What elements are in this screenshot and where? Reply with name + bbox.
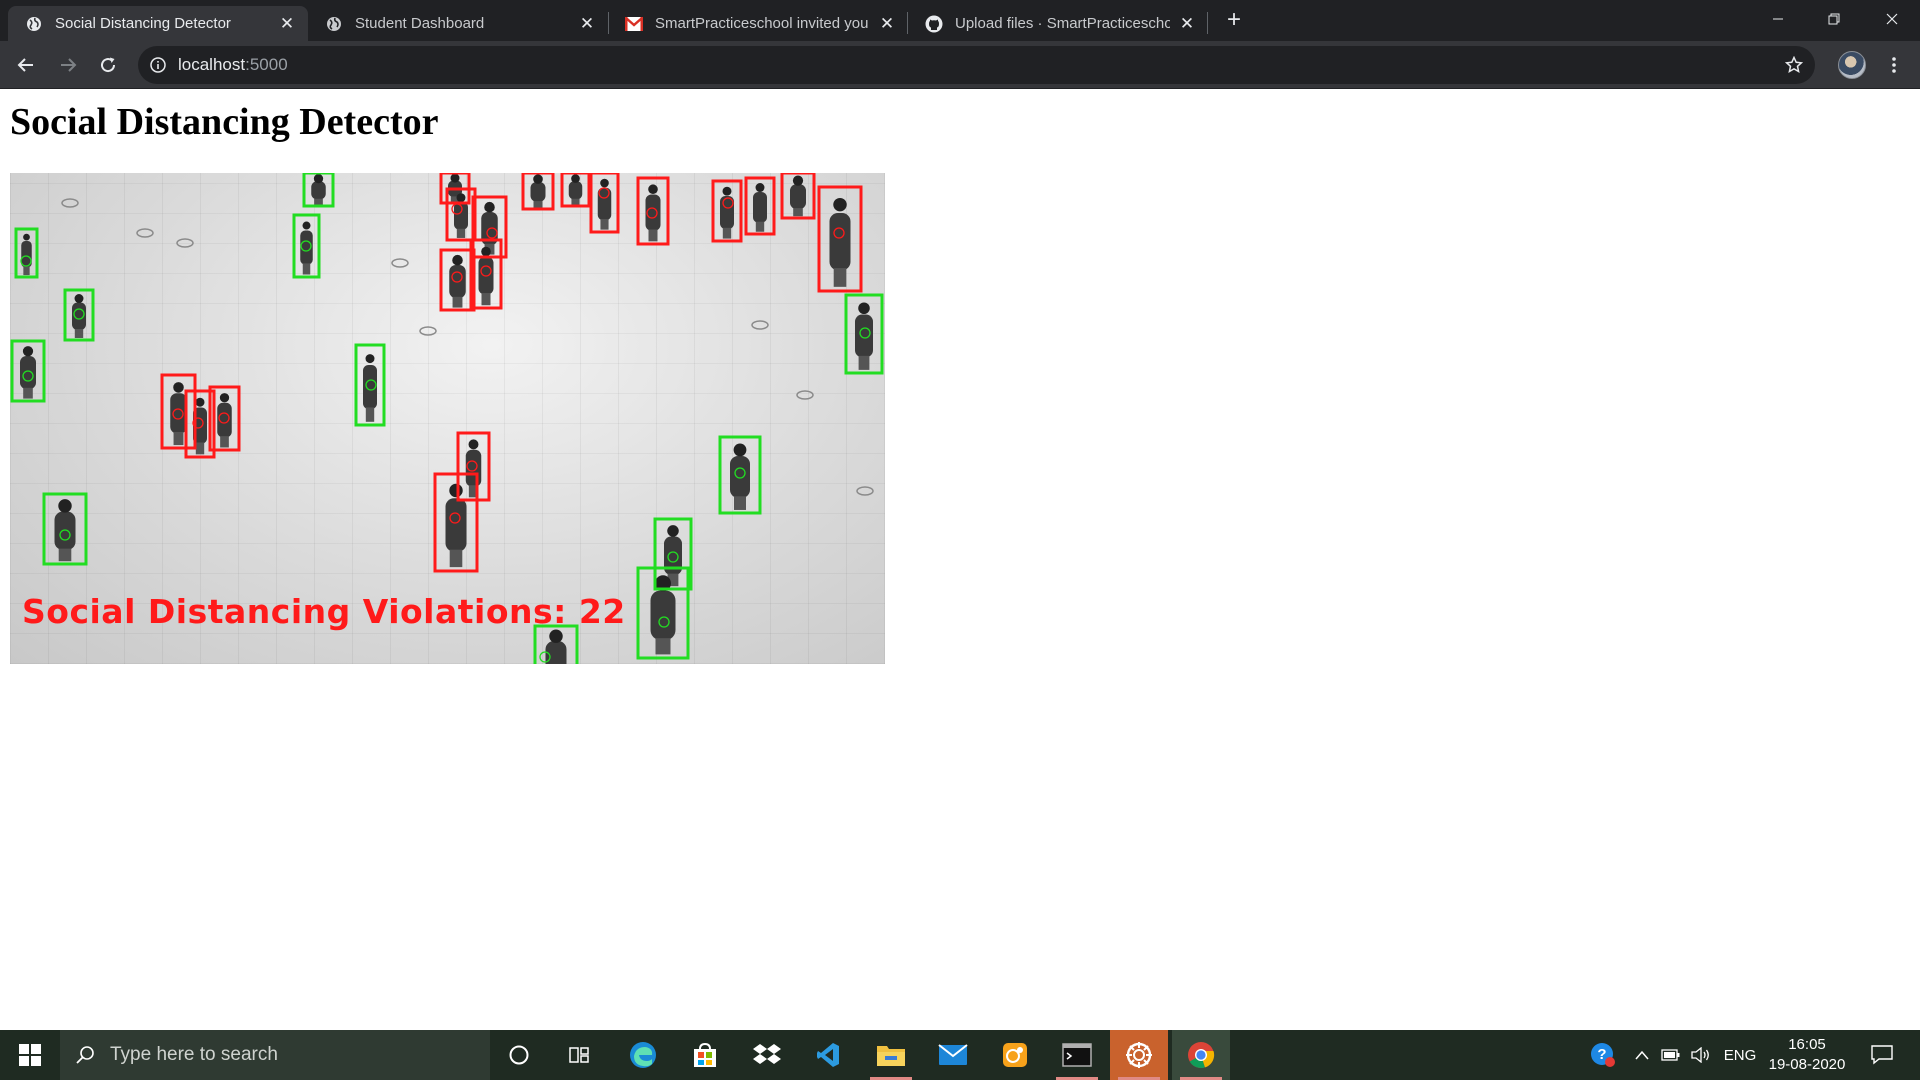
person-silhouette — [311, 173, 326, 205]
person-silhouette — [855, 302, 873, 370]
file-explorer-icon[interactable] — [862, 1030, 920, 1080]
notification-icon[interactable] — [1862, 1030, 1902, 1080]
person-silhouette — [449, 254, 466, 308]
taskbar-search[interactable]: Type here to search — [60, 1030, 490, 1080]
search-icon — [60, 1030, 110, 1080]
close-icon — [1886, 13, 1898, 25]
floor-marker — [751, 320, 769, 330]
person-silhouette — [21, 233, 32, 276]
tab-strip: Social Distancing Detector ✕ Student Das… — [0, 0, 1920, 41]
info-icon[interactable] — [148, 55, 168, 75]
system-clock[interactable]: 16:05 19-08-2020 — [1765, 1035, 1849, 1075]
person-silhouette — [530, 174, 546, 208]
reload-button[interactable] — [92, 49, 124, 81]
new-tab-button[interactable]: + — [1220, 6, 1248, 34]
photo-app-icon[interactable] — [986, 1030, 1044, 1080]
windows-logo-icon — [19, 1044, 41, 1066]
chevron-up-icon[interactable] — [1630, 1030, 1654, 1080]
minimize-button[interactable] — [1750, 0, 1806, 38]
anaconda-icon[interactable] — [1110, 1030, 1168, 1080]
person-silhouette — [545, 629, 567, 664]
back-button[interactable] — [10, 49, 42, 81]
arrow-left-icon — [17, 58, 33, 72]
address-bar[interactable]: localhost:5000 — [138, 46, 1815, 84]
cortana-icon[interactable] — [490, 1030, 548, 1080]
floor-marker — [856, 486, 874, 496]
language-indicator[interactable]: ENG — [1718, 1030, 1762, 1080]
video-feed: Social Distancing Violations: 22 — [10, 173, 885, 664]
tab-title: SmartPracticeschool invited you t — [655, 15, 870, 32]
tab-student-dashboard[interactable]: Student Dashboard ✕ — [308, 6, 608, 41]
floor-marker — [796, 390, 814, 400]
gmail-icon — [625, 15, 643, 33]
task-view-icon[interactable] — [550, 1030, 608, 1080]
reload-icon — [101, 57, 116, 73]
search-placeholder: Type here to search — [110, 1044, 278, 1065]
close-tab-icon[interactable]: ✕ — [278, 14, 296, 33]
page-title: Social Distancing Detector — [10, 101, 439, 143]
vscode-icon[interactable] — [800, 1030, 858, 1080]
svg-text:?: ? — [1597, 1046, 1606, 1063]
windows-taskbar: Type here to search ? ENG 16:05 19-08-20… — [0, 1030, 1920, 1080]
globe-icon — [325, 15, 343, 33]
tab-github-upload[interactable]: Upload files · SmartPracticeschool ✕ — [908, 6, 1208, 41]
clock-time: 16:05 — [1788, 1036, 1826, 1053]
page-content: Social Distancing Detector Social Distan… — [0, 90, 1920, 1030]
tab-divider — [1207, 12, 1208, 34]
menu-button[interactable] — [1878, 49, 1910, 81]
clock-date: 19-08-2020 — [1768, 1056, 1846, 1073]
detection-overlay — [10, 173, 884, 664]
mail-icon[interactable] — [924, 1030, 982, 1080]
floor-marker — [176, 238, 194, 248]
floor-marker — [61, 198, 79, 208]
browser-toolbar: localhost:5000 — [0, 41, 1920, 89]
url-host: localhost — [178, 55, 246, 74]
person-silhouette — [20, 346, 36, 399]
volume-icon[interactable] — [1688, 1030, 1714, 1080]
battery-icon[interactable] — [1658, 1030, 1684, 1080]
chrome-icon[interactable] — [1172, 1030, 1230, 1080]
bookmark-star-icon[interactable] — [1783, 54, 1805, 76]
close-window-button[interactable] — [1864, 0, 1920, 38]
store-icon[interactable] — [676, 1030, 734, 1080]
floor-marker — [391, 258, 409, 268]
person-silhouette — [568, 174, 583, 205]
tab-title: Upload files · SmartPracticeschool — [955, 15, 1170, 32]
close-tab-icon[interactable]: ✕ — [878, 14, 896, 33]
github-icon — [925, 15, 943, 33]
tab-title: Student Dashboard — [355, 15, 485, 32]
url-port: :5000 — [245, 55, 288, 74]
close-tab-icon[interactable]: ✕ — [1178, 14, 1196, 33]
restore-icon — [1828, 13, 1840, 25]
floor-marker — [136, 228, 154, 238]
kebab-menu-icon — [1892, 57, 1896, 73]
floor-marker — [419, 326, 437, 336]
help-tray-icon[interactable]: ? — [1586, 1030, 1620, 1080]
terminal-icon[interactable] — [1048, 1030, 1106, 1080]
violations-counter: Social Distancing Violations: 22 — [22, 592, 626, 631]
person-silhouette — [445, 483, 467, 568]
person-silhouette — [720, 186, 734, 239]
minimize-icon — [1773, 18, 1783, 20]
url-text: localhost:5000 — [178, 55, 288, 75]
profile-avatar[interactable] — [1838, 51, 1866, 79]
edge-icon[interactable] — [614, 1030, 672, 1080]
tab-social-distancing-detector[interactable]: Social Distancing Detector ✕ — [8, 6, 308, 41]
globe-icon — [25, 15, 43, 33]
person-silhouette — [829, 197, 851, 287]
person-silhouette — [753, 183, 767, 232]
tab-gmail-invite[interactable]: SmartPracticeschool invited you t ✕ — [608, 6, 908, 41]
dropbox-icon[interactable] — [738, 1030, 796, 1080]
person-silhouette — [790, 175, 806, 217]
person-silhouette — [645, 184, 661, 242]
close-tab-icon[interactable]: ✕ — [578, 14, 596, 33]
forward-button[interactable] — [52, 49, 84, 81]
person-silhouette — [597, 178, 612, 230]
start-button[interactable] — [0, 1030, 60, 1080]
arrow-right-icon — [61, 58, 77, 72]
tab-title: Social Distancing Detector — [55, 15, 231, 32]
person-silhouette — [730, 443, 750, 510]
restore-button[interactable] — [1806, 0, 1862, 38]
